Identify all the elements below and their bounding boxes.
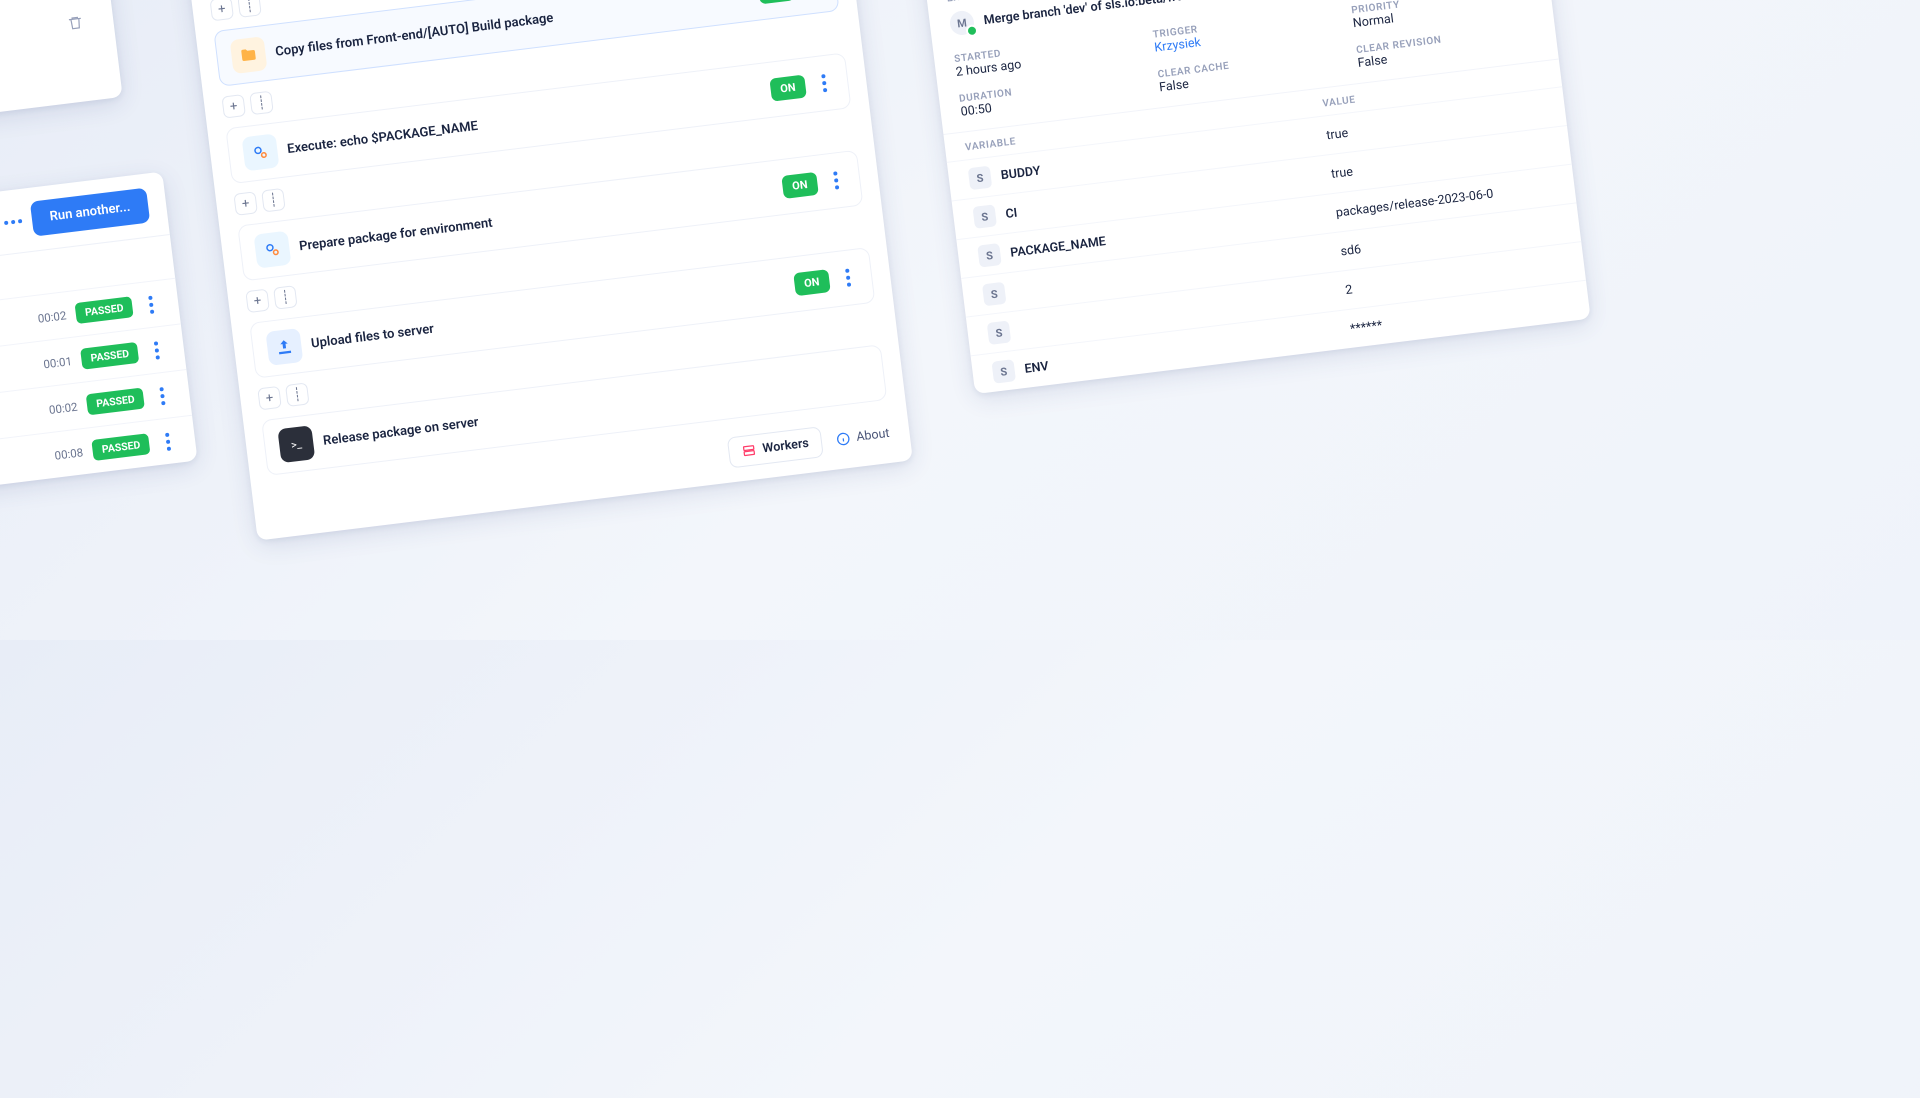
upload-icon: [265, 328, 303, 366]
var-type-icon: S: [987, 320, 1012, 345]
more-icon[interactable]: [826, 170, 846, 190]
run-another-button[interactable]: Run another...: [30, 188, 150, 237]
more-icon[interactable]: [141, 294, 161, 314]
more-icon[interactable]: [4, 218, 22, 224]
insert-button[interactable]: ┊: [249, 91, 274, 116]
var-type-icon: S: [977, 243, 1002, 268]
insert-button[interactable]: ┊: [261, 188, 286, 213]
terminal-icon: >_: [277, 425, 315, 463]
run-title: ont-end/[AUTO] Build package: [0, 449, 46, 502]
more-icon[interactable]: [147, 340, 167, 360]
run-detail-card: Pipeline: app.sd6.com / Run: #296 dev-in…: [912, 0, 1591, 394]
var-type-icon: S: [968, 166, 993, 191]
var-type-icon: S: [991, 359, 1016, 384]
add-button[interactable]: +: [209, 0, 234, 21]
on-toggle[interactable]: ON: [793, 269, 831, 296]
run-time: 00:02: [37, 308, 67, 325]
about-link[interactable]: About: [835, 426, 891, 448]
add-button[interactable]: +: [221, 94, 246, 119]
var-type-icon: S: [972, 204, 997, 229]
gear-icon: [242, 133, 280, 171]
folder-icon: [230, 36, 268, 74]
workers-button[interactable]: Workers: [727, 426, 824, 468]
add-button[interactable]: +: [257, 386, 282, 411]
add-button[interactable]: +: [233, 191, 258, 216]
gear-icon: [254, 231, 292, 269]
run-time: 00:02: [48, 399, 78, 416]
run-time: 00:01: [43, 353, 73, 370]
var-type-icon: S: [982, 282, 1007, 307]
passed-badge: PASSED: [75, 296, 134, 324]
on-toggle[interactable]: ON: [769, 74, 807, 101]
workers-card: SMTP AA rkload and speed up pipeline exe…: [0, 0, 123, 153]
more-icon[interactable]: [158, 431, 178, 451]
insert-button[interactable]: ┊: [285, 382, 310, 407]
avatar: M: [949, 10, 976, 37]
on-toggle[interactable]: ON: [781, 171, 819, 198]
passed-badge: PASSED: [86, 388, 145, 416]
insert-button[interactable]: ┊: [273, 285, 298, 310]
pipeline-card: + Pipelines / Pipeline: app.sd6.com dev-…: [166, 0, 913, 541]
runs-card: Run another... 296 dev-integrity -439 00…: [0, 172, 198, 519]
more-icon[interactable]: [838, 268, 858, 288]
add-button[interactable]: +: [245, 289, 270, 314]
on-toggle[interactable]: ON: [757, 0, 795, 4]
run-time: 00:08: [54, 445, 84, 462]
passed-badge: PASSED: [92, 433, 151, 461]
trash-icon[interactable]: [66, 14, 84, 32]
passed-badge: PASSED: [80, 342, 139, 370]
insert-button[interactable]: ┊: [237, 0, 262, 18]
more-icon[interactable]: [814, 73, 834, 93]
more-icon[interactable]: [152, 386, 172, 406]
